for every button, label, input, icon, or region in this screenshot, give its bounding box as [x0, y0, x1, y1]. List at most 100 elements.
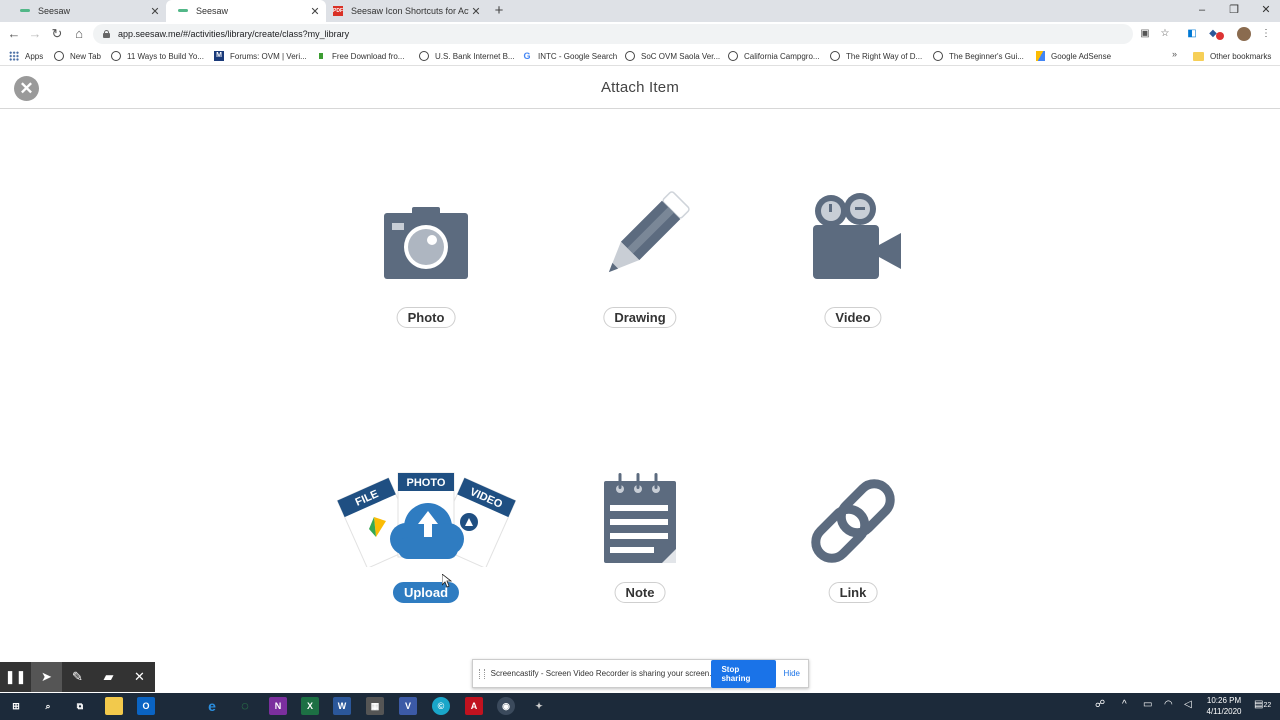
tab-seesaw-icon-shortcuts[interactable]: PDF Seesaw Icon Shortcuts for Activiti ✕: [326, 0, 487, 22]
tab-seesaw-2[interactable]: Seesaw ✕: [166, 0, 326, 22]
onenote-icon[interactable]: N: [269, 697, 287, 715]
video-camera-icon: [813, 193, 901, 279]
video-button[interactable]: Video: [824, 307, 882, 328]
forward-arrow-icon[interactable]: →: [26, 25, 44, 43]
volume-icon[interactable]: ◁: [1184, 699, 1192, 710]
menu-kebab-icon[interactable]: ⋮: [1259, 27, 1273, 41]
screencastify-toolbar: ❚❚ ➤ ✎ ▰ ✕: [0, 662, 155, 692]
sharing-message: Screencastify - Screen Video Recorder is…: [490, 669, 712, 678]
note-option[interactable]: Note: [550, 469, 730, 605]
record-extension-icon[interactable]: [1216, 32, 1224, 40]
upload-option[interactable]: FILE VIDEO PHOTO Upload: [336, 469, 516, 605]
photo-option[interactable]: Photo: [336, 185, 516, 330]
notepad-icon: [604, 473, 676, 563]
paint-icon[interactable]: ✦: [530, 697, 548, 715]
bookmark-11-ways[interactable]: 11 Ways to Build Yo...: [111, 49, 204, 63]
bookmark-label: The Right Way of D...: [846, 51, 923, 61]
close-tab-icon[interactable]: ✕: [308, 5, 322, 18]
globe-icon: [111, 51, 121, 61]
teams-icon[interactable]: ©: [432, 697, 450, 715]
chain-link-icon: [811, 479, 895, 563]
restore-button[interactable]: ❐: [1218, 0, 1250, 22]
bookmark-apps[interactable]: Apps: [9, 49, 43, 63]
chrome-icon[interactable]: ◉: [497, 697, 515, 715]
bookmark-new-tab[interactable]: New Tab: [54, 49, 101, 63]
video-option[interactable]: Video: [763, 185, 943, 330]
notifications-icon[interactable]: ▤22: [1254, 699, 1271, 710]
windows-start-icon[interactable]: ⊞: [7, 697, 25, 715]
m-logo-icon: M: [214, 51, 224, 61]
calculator-icon[interactable]: ▦: [366, 697, 384, 715]
bookmark-california-campgrounds[interactable]: California Campgro...: [728, 49, 820, 63]
globe-icon: [933, 51, 943, 61]
search-icon[interactable]: ⌕: [39, 697, 57, 715]
other-bookmarks[interactable]: Other bookmarks: [1193, 49, 1271, 63]
back-arrow-icon[interactable]: ←: [5, 25, 23, 43]
people-icon[interactable]: ☍: [1095, 699, 1105, 710]
mouse-cursor-icon: [442, 574, 452, 588]
hide-button[interactable]: Hide: [784, 669, 800, 678]
note-button[interactable]: Note: [614, 582, 666, 603]
link-button[interactable]: Link: [828, 582, 878, 603]
acrobat-icon[interactable]: A: [465, 697, 483, 715]
bookmark-soc-ovm[interactable]: SoC OVM Saola Ver...: [625, 49, 720, 63]
reload-icon[interactable]: ↻: [48, 25, 66, 43]
close-window-button[interactable]: ✕: [1250, 0, 1280, 22]
tab-seesaw-1[interactable]: Seesaw ✕: [8, 0, 166, 22]
download-icon: [316, 51, 326, 61]
attach-item-page: ✕ Attach Item Photo Drawing Video FILE V…: [0, 67, 1280, 693]
show-hidden-icons-chevron-icon[interactable]: ^: [1122, 699, 1127, 710]
photo-button[interactable]: Photo: [396, 307, 456, 328]
close-tab-icon[interactable]: ✕: [469, 5, 483, 18]
stop-sharing-button[interactable]: Stop sharing: [711, 659, 776, 688]
minimize-button[interactable]: –: [1186, 0, 1218, 22]
word-icon[interactable]: W: [333, 697, 351, 715]
drawing-option[interactable]: Drawing: [550, 185, 730, 330]
bookmark-google-adsense[interactable]: Google AdSense: [1036, 49, 1111, 63]
close-toolbar-icon[interactable]: ✕: [124, 662, 155, 692]
drag-handle-icon[interactable]: [479, 668, 485, 679]
bookmark-free-download[interactable]: Free Download fro...: [316, 49, 404, 63]
bookmark-forums-ovm[interactable]: M Forums: OVM | Veri...: [214, 49, 307, 63]
pointer-icon[interactable]: ➤: [31, 662, 62, 692]
battery-icon[interactable]: ▭: [1143, 699, 1152, 710]
eraser-icon[interactable]: ▰: [93, 662, 124, 692]
profile-avatar[interactable]: [1237, 27, 1251, 41]
camera-icon: [384, 207, 468, 279]
bookmarks-overflow-chevron-icon[interactable]: »: [1172, 49, 1177, 59]
windows-extension-icon[interactable]: ◧: [1185, 27, 1199, 41]
link-option[interactable]: Link: [763, 469, 943, 605]
drawing-button[interactable]: Drawing: [603, 307, 677, 328]
tab-strip: Seesaw ✕ Seesaw ✕ PDF Seesaw Icon Shortc…: [0, 0, 1280, 22]
edge-icon[interactable]: e: [203, 697, 221, 715]
bookmark-beginners-guide[interactable]: The Beginner's Gui...: [933, 49, 1024, 63]
tab-title: Seesaw: [196, 6, 229, 16]
file-explorer-icon[interactable]: [105, 697, 123, 715]
bookmark-intc-search[interactable]: G INTC - Google Search: [522, 49, 617, 63]
bookmark-label: Apps: [25, 51, 44, 61]
wifi-icon[interactable]: ◠: [1164, 699, 1173, 710]
app-icon[interactable]: ◌: [236, 697, 254, 715]
vs-code-icon[interactable]: V: [399, 697, 417, 715]
clock-date: 4/11/2020: [1206, 707, 1242, 716]
adsense-icon: [1036, 51, 1045, 61]
pencil-icon: [608, 191, 690, 273]
pause-icon[interactable]: ❚❚: [0, 662, 31, 692]
page-title: Attach Item: [600, 79, 680, 96]
pen-icon[interactable]: ✎: [62, 662, 93, 692]
new-tab-button[interactable]: +: [491, 2, 507, 20]
bookmark-label: Forums: OVM | Veri...: [230, 51, 307, 61]
task-view-icon[interactable]: ⧉: [71, 697, 89, 715]
bookmark-right-way[interactable]: The Right Way of D...: [830, 49, 922, 63]
outlook-icon[interactable]: O: [137, 697, 155, 715]
home-icon[interactable]: ⌂: [70, 25, 88, 43]
bookmark-us-bank[interactable]: U.S. Bank Internet B...: [419, 49, 515, 63]
cast-icon[interactable]: ▣: [1138, 27, 1152, 41]
bookmark-star-icon[interactable]: ☆: [1158, 27, 1172, 41]
close-tab-icon[interactable]: ✕: [148, 5, 162, 18]
excel-icon[interactable]: X: [301, 697, 319, 715]
tab-title: Seesaw Icon Shortcuts for Activiti: [351, 6, 469, 16]
system-clock[interactable]: 10:26 PM 4/11/2020: [1200, 695, 1248, 717]
globe-icon: [728, 51, 738, 61]
address-bar[interactable]: app.seesaw.me/#/activities/library/creat…: [93, 24, 1133, 44]
